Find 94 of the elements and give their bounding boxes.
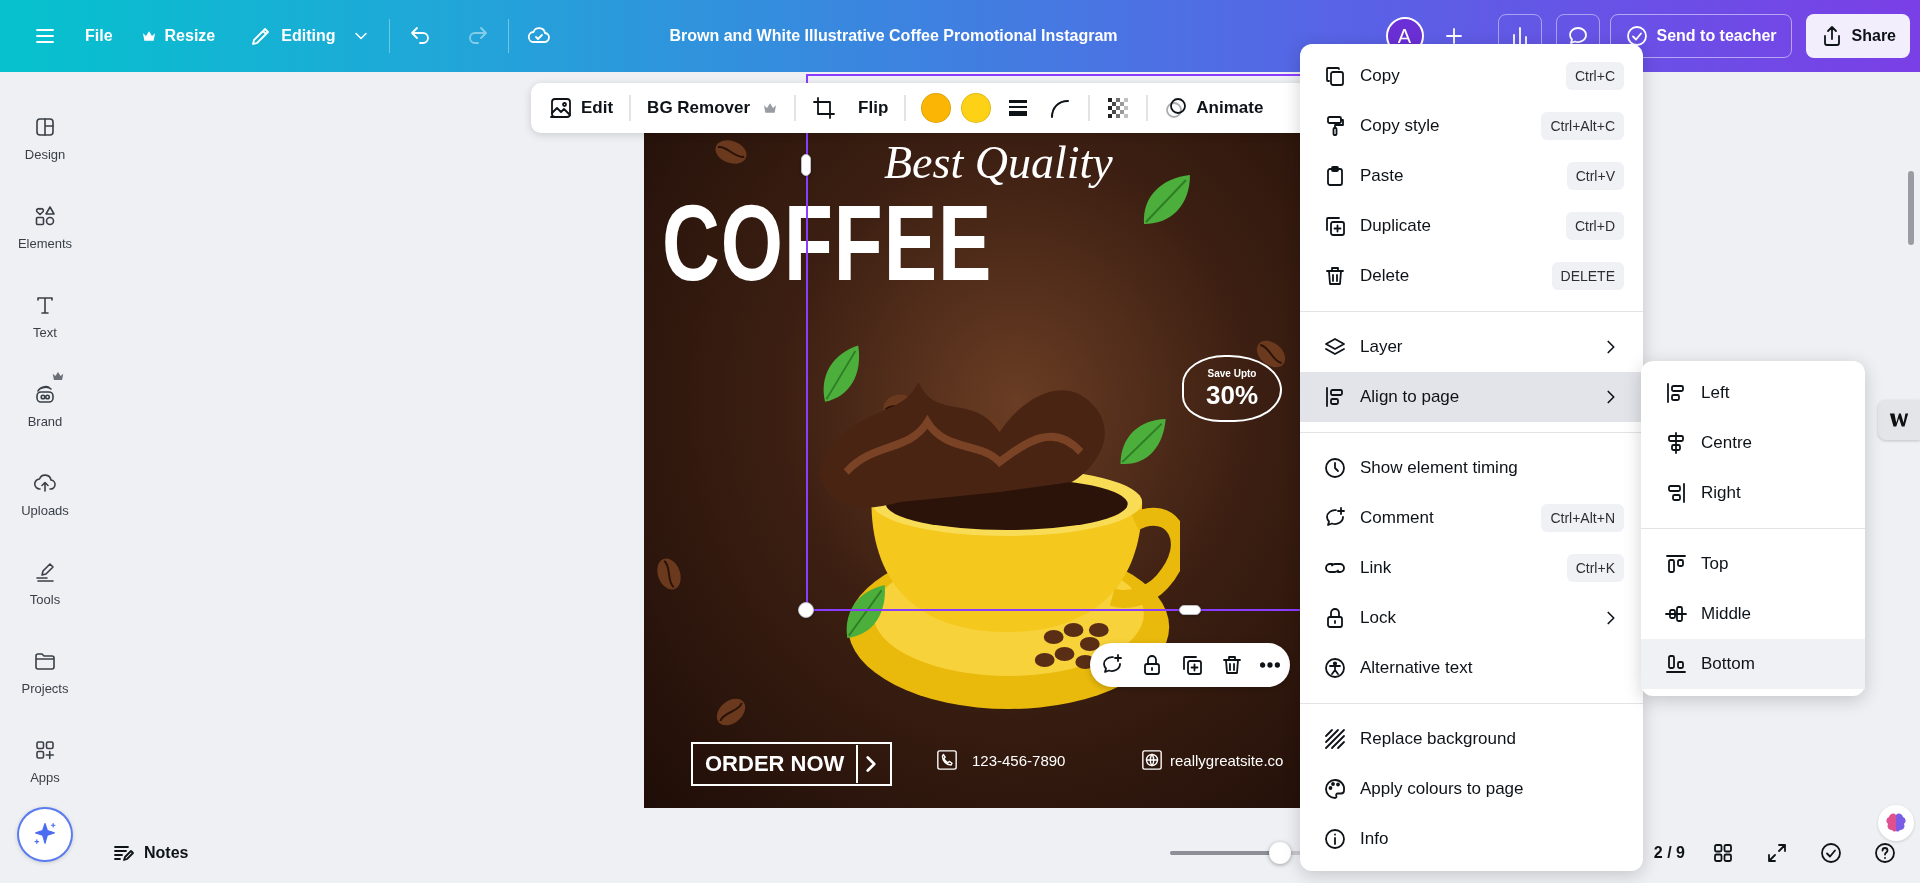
keyboard-shortcut: Ctrl+V (1566, 162, 1624, 190)
info-icon (1323, 827, 1347, 851)
bg-remover-button[interactable]: BG Remover (641, 92, 785, 124)
overlapping-circles-icon (1164, 96, 1189, 120)
keyboard-shortcut: Ctrl+K (1566, 554, 1624, 582)
duplicate-icon (1180, 653, 1204, 677)
sidebar-item[interactable]: Uploads (5, 450, 85, 540)
trash-icon (1323, 264, 1347, 288)
keyboard-shortcut: Ctrl+Alt+N (1541, 504, 1624, 532)
menu-item-label: Delete (1360, 266, 1411, 286)
menu-item-label: Centre (1701, 433, 1754, 453)
share-button[interactable]: Share (1805, 14, 1910, 58)
menu-item-label: Link (1360, 558, 1393, 578)
phone-number: 123-456-7890 (972, 752, 1066, 769)
magic-assistant-button[interactable] (17, 806, 73, 862)
menu-item-label: Apply colours to page (1360, 779, 1525, 799)
menu-item-label: Duplicate (1360, 216, 1432, 236)
menu-item-label: Alternative text (1360, 658, 1474, 678)
resize-handle[interactable] (801, 154, 811, 176)
menu-item[interactable]: Right (1641, 468, 1865, 518)
sidebar-item[interactable]: Text (5, 272, 85, 362)
menu-item[interactable]: Top (1641, 539, 1865, 589)
animate-button[interactable]: Animate (1158, 90, 1270, 126)
notes-button[interactable]: Notes (108, 837, 193, 869)
edit-image-button[interactable]: Edit (543, 90, 620, 126)
keyboard-shortcut: Ctrl+D (1565, 212, 1624, 240)
menu-item-label: Comment (1360, 508, 1435, 528)
delete-button[interactable] (1220, 653, 1244, 677)
sidebar-item[interactable]: Brand (5, 361, 85, 451)
expand-icon (1765, 841, 1789, 865)
menu-item-label: Info (1360, 829, 1390, 849)
website-address: reallygreatsite.co (1170, 752, 1284, 769)
image-edit-icon (549, 96, 573, 120)
document-title[interactable]: Brown and White Illustrative Coffee Promotional Instagram (669, 27, 1118, 45)
align-bottom-icon (1664, 652, 1688, 676)
menu-item-label: Bottom (1701, 654, 1756, 674)
accessibility-icon (1323, 656, 1347, 680)
sidebar-item[interactable]: Apps (5, 717, 85, 807)
keyboard-shortcut: Ctrl+C (1565, 62, 1624, 90)
menu-item[interactable]: Bottom (1641, 639, 1865, 689)
copy-icon (1323, 64, 1347, 88)
order-now-button[interactable]: ORDER NOW (691, 742, 893, 786)
sidebar-item[interactable]: Elements (5, 183, 85, 273)
keyboard-shortcut: Ctrl+Alt+C (1541, 112, 1624, 140)
badge-label: Save Upto (1207, 369, 1257, 379)
page-indicator[interactable]: 2 / 9 (1653, 844, 1685, 862)
duplicate-button[interactable] (1180, 653, 1204, 677)
menu-item-label: Top (1701, 554, 1730, 574)
menu-item-label: Right (1701, 483, 1742, 503)
menu-item-label: Show element timing (1360, 458, 1519, 478)
align-top-icon (1664, 552, 1688, 576)
menu-item-label: Replace background (1360, 729, 1517, 749)
grid-icon (1711, 841, 1735, 865)
sidebar-item[interactable]: Projects (5, 628, 85, 718)
pen-icon (33, 560, 57, 585)
zoom-slider-thumb[interactable] (1268, 842, 1291, 864)
diagonal-lines-icon (1323, 727, 1347, 751)
menu-item-label: Lock (1360, 608, 1397, 628)
badge-value: 30% (1205, 382, 1258, 408)
more-icon (1260, 662, 1280, 668)
menu-item[interactable]: Align to page (1300, 372, 1643, 422)
sidebar-item[interactable]: Design (5, 94, 85, 184)
flip-button[interactable]: Flip (852, 92, 895, 124)
menu-item-label: Left (1701, 383, 1731, 403)
globe-icon (1141, 749, 1163, 771)
check-circle-icon (1819, 841, 1843, 865)
script-heading: Best Quality (884, 136, 1113, 189)
menu-item[interactable]: Info (1300, 814, 1643, 864)
menu-item[interactable]: Left (1641, 368, 1865, 418)
menu-item[interactable]: Middle (1641, 589, 1865, 639)
menu-item-label: Layer (1360, 337, 1404, 357)
menu-item-label: Paste (1360, 166, 1405, 186)
crop-icon (812, 96, 837, 120)
menu-item-label: Middle (1701, 604, 1753, 624)
trash-icon (1220, 653, 1244, 677)
color-swatch[interactable] (961, 93, 992, 123)
sidebar-item[interactable]: Tools (5, 539, 85, 629)
side-panel-tab[interactable] (1878, 400, 1920, 440)
keyboard-shortcut: DELETE (1551, 262, 1624, 290)
phone-icon (936, 749, 958, 771)
resize-handle[interactable] (1179, 605, 1201, 615)
clock-icon (1323, 456, 1347, 480)
help-icon (1873, 841, 1897, 865)
duplicate-icon (1323, 214, 1347, 238)
menu-item-label: Copy style (1360, 116, 1441, 136)
assistant-button[interactable] (1878, 805, 1914, 841)
menu-item-label: Copy (1360, 66, 1401, 86)
menu-item-label: Align to page (1360, 387, 1461, 407)
checkerboard-icon (1106, 96, 1131, 120)
scrollbar-thumb[interactable] (1908, 171, 1914, 245)
menu-item[interactable]: Centre (1641, 418, 1865, 468)
more-options-button[interactable] (1260, 662, 1280, 668)
color-swatch[interactable] (921, 93, 952, 123)
palette-icon (1323, 777, 1347, 801)
